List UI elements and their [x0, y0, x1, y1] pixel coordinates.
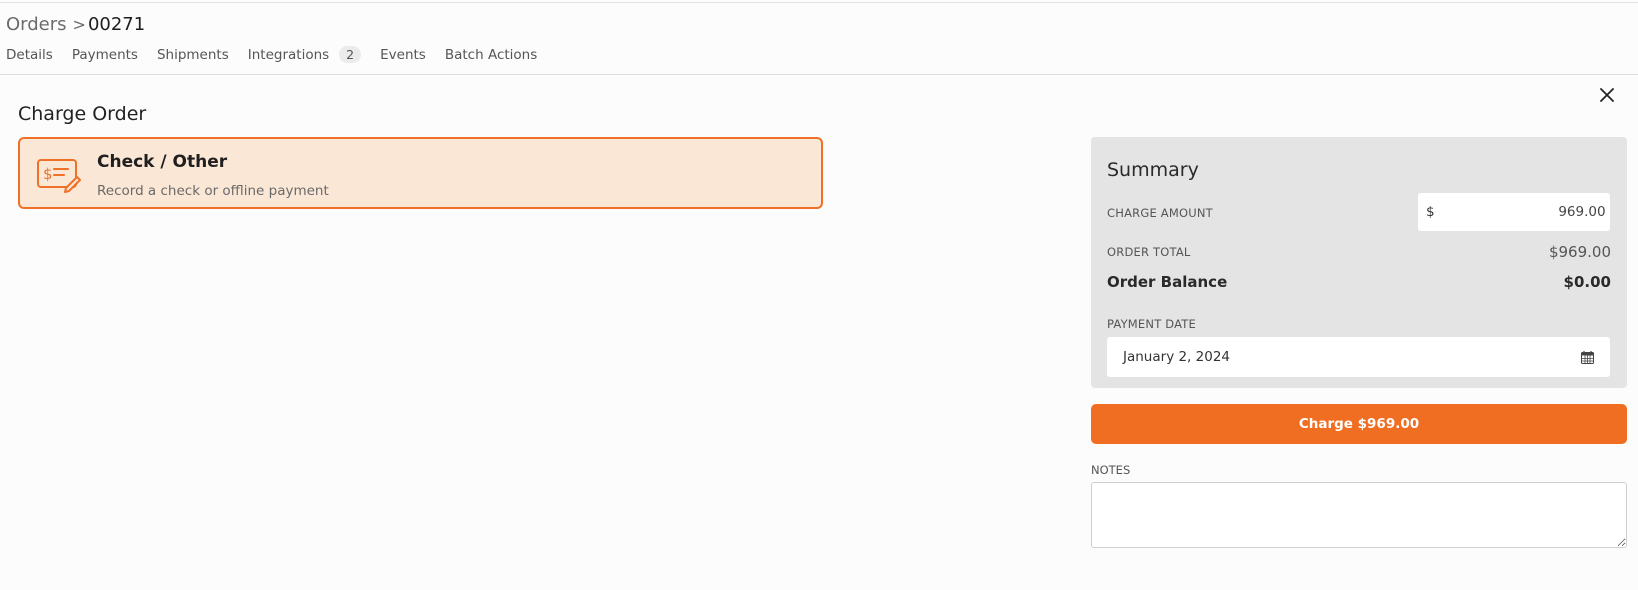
payment-date-value: January 2, 2024	[1123, 349, 1230, 365]
breadcrumb-current-order: 00271	[87, 14, 146, 35]
payment-method-description: Record a check or offline payment	[97, 183, 329, 199]
page-title: Charge Order	[18, 103, 147, 125]
order-balance-value: $0.00	[1563, 273, 1611, 291]
tab-integrations[interactable]: Integrations 2	[247, 46, 362, 63]
tab-bar: Details Payments Shipments Integrations …	[6, 46, 556, 63]
svg-text:$: $	[43, 165, 53, 183]
integrations-count-badge: 2	[339, 46, 362, 63]
payment-method-check-other[interactable]: $ Check / Other Record a check or offlin…	[18, 137, 823, 209]
order-balance-label: Order Balance	[1107, 273, 1228, 291]
tab-payments[interactable]: Payments	[72, 47, 138, 63]
payment-date-label: PAYMENT DATE	[1107, 317, 1196, 331]
top-border	[0, 2, 1638, 3]
calendar-icon[interactable]	[1581, 350, 1594, 364]
payment-date-field[interactable]: January 2, 2024	[1107, 337, 1610, 377]
charge-button[interactable]: Charge $969.00	[1091, 404, 1627, 444]
payment-method-title: Check / Other	[97, 152, 228, 172]
currency-symbol: $	[1426, 204, 1435, 220]
order-total-value: $969.00	[1548, 243, 1611, 261]
charge-amount-label: CHARGE AMOUNT	[1107, 206, 1213, 220]
tab-shipments[interactable]: Shipments	[157, 47, 229, 63]
tab-integrations-label: Integrations	[247, 46, 330, 63]
check-payment-icon: $	[37, 159, 81, 193]
order-total-label: ORDER TOTAL	[1107, 245, 1191, 259]
tab-events[interactable]: Events	[380, 47, 426, 63]
close-icon	[1600, 88, 1614, 102]
breadcrumb-orders-link[interactable]: Orders	[6, 14, 67, 35]
charge-amount-input[interactable]	[1434, 204, 1606, 220]
tab-details[interactable]: Details	[6, 47, 53, 63]
tabs-divider	[0, 74, 1638, 75]
charge-amount-field[interactable]: $	[1418, 193, 1610, 231]
summary-title: Summary	[1107, 159, 1199, 181]
summary-panel: Summary CHARGE AMOUNT $ ORDER TOTAL $969…	[1091, 137, 1627, 388]
notes-label: NOTES	[1091, 463, 1131, 477]
breadcrumb: Orders > 00271	[6, 14, 145, 35]
close-button[interactable]	[1597, 85, 1617, 105]
tab-batch-actions[interactable]: Batch Actions	[445, 47, 537, 63]
notes-textarea[interactable]	[1091, 482, 1627, 548]
breadcrumb-separator: >	[72, 15, 86, 34]
